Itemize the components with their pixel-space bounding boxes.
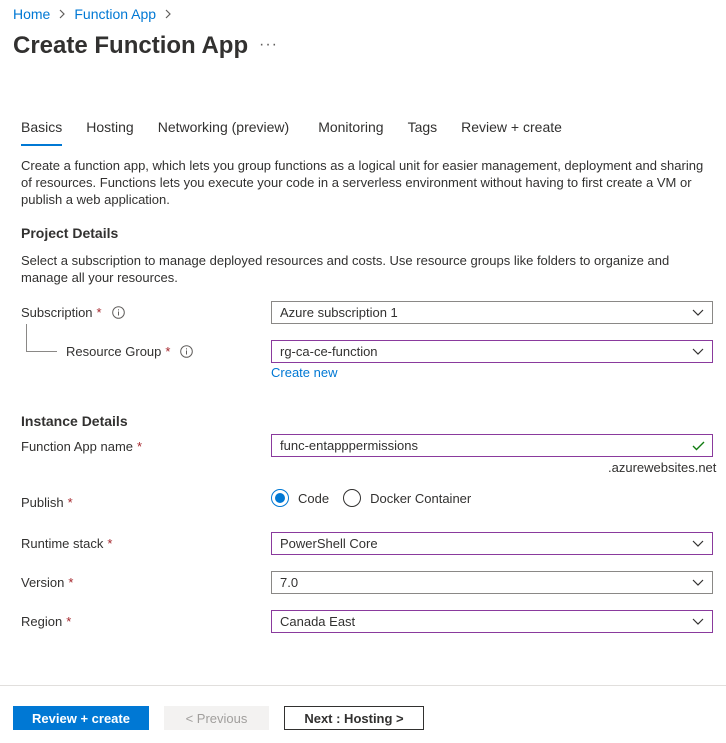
publish-label: Publish * xyxy=(21,495,73,510)
runtime-stack-dropdown[interactable]: PowerShell Core xyxy=(271,532,713,555)
chevron-down-icon xyxy=(684,579,712,586)
version-label: Version * xyxy=(21,575,73,590)
function-app-name-label-text: Function App name xyxy=(21,439,134,454)
publish-radio-group: Code Docker Container xyxy=(271,489,485,507)
radio-unselected-icon xyxy=(343,489,362,507)
subscription-label: Subscription * xyxy=(21,305,125,320)
chevron-down-icon xyxy=(684,348,712,355)
publish-docker-label: Docker Container xyxy=(370,490,472,506)
instance-details-heading: Instance Details xyxy=(21,413,128,429)
function-app-name-value: func-entapppermissions xyxy=(280,438,419,453)
info-icon[interactable] xyxy=(180,345,194,358)
required-marker: * xyxy=(67,495,73,510)
tab-tags[interactable]: Tags xyxy=(408,118,438,146)
tab-networking[interactable]: Networking (preview) xyxy=(158,118,289,146)
breadcrumb: Home Function App xyxy=(13,6,180,22)
tab-review-create[interactable]: Review + create xyxy=(461,118,562,146)
subscription-value: Azure subscription 1 xyxy=(280,305,398,320)
page-title: Create Function App xyxy=(13,32,249,59)
resource-group-value: rg-ca-ce-function xyxy=(280,344,378,359)
resource-group-label: Resource Group * xyxy=(66,344,194,359)
required-marker: * xyxy=(68,575,74,590)
chevron-right-icon xyxy=(164,9,172,19)
region-label: Region * xyxy=(21,614,71,629)
intro-description: Create a function app, which lets you gr… xyxy=(21,158,704,207)
footer-divider xyxy=(0,685,726,686)
required-marker: * xyxy=(96,305,102,320)
runtime-stack-label: Runtime stack * xyxy=(21,536,112,551)
wizard-tabs: Basics Hosting Networking (preview) Moni… xyxy=(21,118,586,146)
tab-monitoring[interactable]: Monitoring xyxy=(318,118,383,146)
subscription-dropdown[interactable]: Azure subscription 1 xyxy=(271,301,713,324)
chevron-down-icon xyxy=(684,540,712,547)
review-create-button[interactable]: Review + create xyxy=(13,706,149,730)
project-details-heading: Project Details xyxy=(21,225,119,241)
chevron-down-icon xyxy=(684,618,712,625)
function-app-name-input[interactable]: func-entapppermissions xyxy=(271,434,713,457)
region-value: Canada East xyxy=(280,614,356,629)
next-hosting-button[interactable]: Next : Hosting > xyxy=(284,706,424,730)
required-marker: * xyxy=(66,614,72,629)
checkmark-icon xyxy=(684,441,712,451)
function-app-name-label: Function App name * xyxy=(21,439,142,454)
more-options-icon[interactable]: ··· xyxy=(259,36,278,54)
version-value: 7.0 xyxy=(280,575,299,590)
breadcrumb-home-link[interactable]: Home xyxy=(13,6,50,22)
previous-button[interactable]: < Previous xyxy=(164,706,269,730)
publish-code-radio[interactable]: Code xyxy=(271,489,329,507)
required-marker: * xyxy=(137,439,143,454)
chevron-down-icon xyxy=(684,309,712,316)
version-dropdown[interactable]: 7.0 xyxy=(271,571,713,594)
publish-label-text: Publish xyxy=(21,495,64,510)
publish-docker-radio[interactable]: Docker Container xyxy=(343,489,471,507)
domain-suffix: .azurewebsites.net xyxy=(608,460,717,475)
tab-hosting[interactable]: Hosting xyxy=(86,118,133,146)
region-label-text: Region xyxy=(21,614,63,629)
required-marker: * xyxy=(107,536,113,551)
tree-connector xyxy=(26,324,57,352)
required-marker: * xyxy=(165,344,171,359)
create-new-resource-group-link[interactable]: Create new xyxy=(271,365,337,380)
radio-selected-icon xyxy=(271,489,289,507)
version-label-text: Version xyxy=(21,575,65,590)
project-details-description: Select a subscription to manage deployed… xyxy=(21,253,670,285)
publish-code-label: Code xyxy=(298,490,330,506)
chevron-right-icon xyxy=(58,9,66,19)
runtime-stack-label-text: Runtime stack xyxy=(21,536,104,551)
resource-group-dropdown[interactable]: rg-ca-ce-function xyxy=(271,340,713,363)
subscription-label-text: Subscription xyxy=(21,305,93,320)
tab-basics[interactable]: Basics xyxy=(21,118,63,146)
resource-group-label-text: Resource Group xyxy=(66,344,162,359)
region-dropdown[interactable]: Canada East xyxy=(271,610,713,633)
breadcrumb-function-app-link[interactable]: Function App xyxy=(74,6,156,22)
runtime-stack-value: PowerShell Core xyxy=(280,536,378,551)
info-icon[interactable] xyxy=(111,306,125,319)
